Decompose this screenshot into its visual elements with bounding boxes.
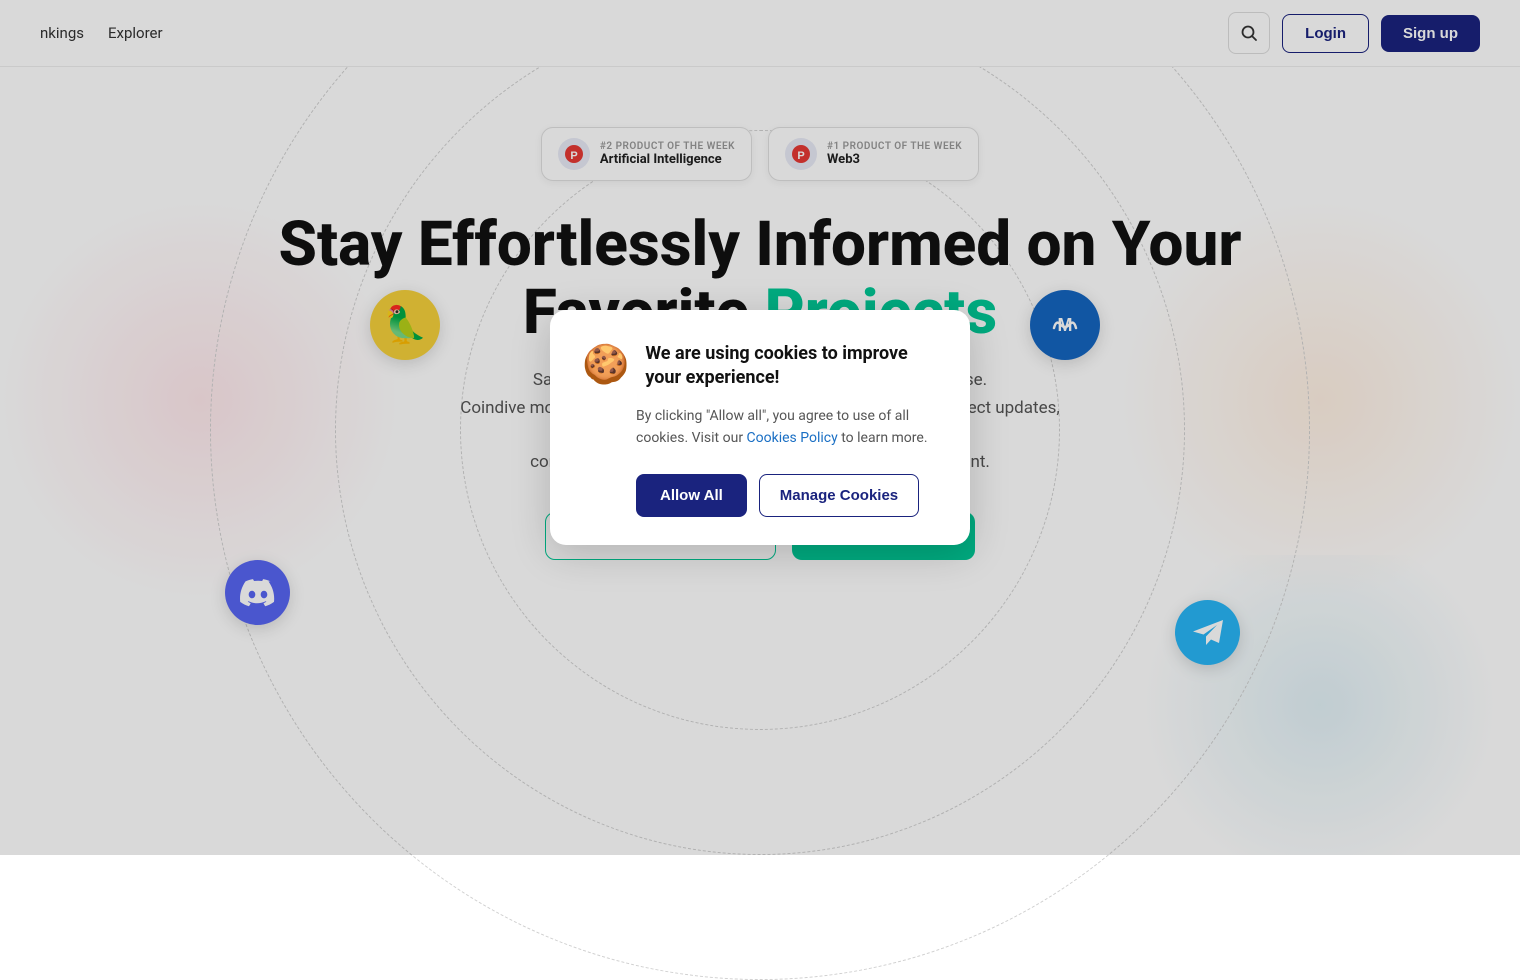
cookie-learn-more: to learn more. <box>841 430 927 446</box>
cookie-modal: 🍪 We are using cookies to improve your e… <box>550 310 970 545</box>
manage-cookies-button[interactable]: Manage Cookies <box>759 474 919 517</box>
cookie-header: 🍪 We are using cookies to improve your e… <box>582 342 938 389</box>
modal-overlay: 🍪 We are using cookies to improve your e… <box>0 0 1520 855</box>
cookie-title: We are using cookies to improve your exp… <box>645 342 938 389</box>
cookie-body: By clicking "Allow all", you agree to us… <box>582 405 938 450</box>
cookies-policy-link[interactable]: Cookies Policy <box>747 430 838 446</box>
cookie-actions: Allow All Manage Cookies <box>582 474 938 517</box>
allow-all-button[interactable]: Allow All <box>636 474 747 517</box>
cookie-icon: 🍪 <box>582 346 629 384</box>
